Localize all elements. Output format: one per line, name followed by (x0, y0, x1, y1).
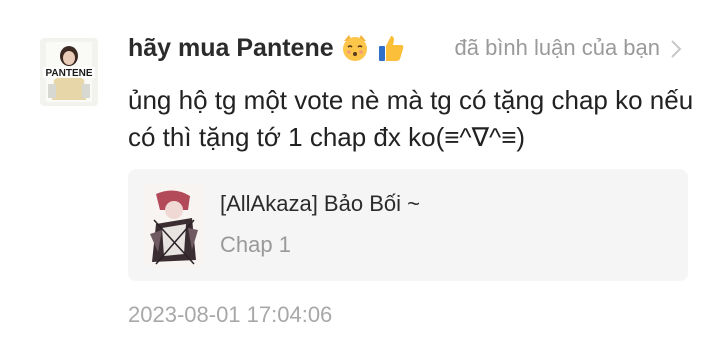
kissing-cat-emoji (340, 33, 370, 63)
comment-text: ủng hộ tg một vote nè mà tg có tặng chap… (128, 85, 694, 152)
comic-card[interactable]: [AllAkaza] Bảo Bối ~ Chap 1 (128, 169, 688, 281)
comic-title[interactable]: [AllAkaza] Bảo Bối ~ (220, 191, 420, 217)
chevron-right-icon[interactable] (668, 38, 684, 60)
notification-comment-item[interactable]: PANTENE hãy mua Pantene đã bình luận của… (0, 0, 720, 352)
comment-timestamp: 2023-08-01 17:04:06 (128, 302, 333, 327)
avatar-logo-text: PANTENE (45, 68, 92, 79)
action-text: đã bình luận của bạn (454, 35, 660, 60)
comic-cover-image (144, 184, 204, 266)
avatar[interactable]: PANTENE (40, 38, 98, 106)
username-row[interactable]: hãy mua Pantene (128, 33, 406, 63)
username[interactable]: hãy mua Pantene (128, 34, 334, 63)
thumbs-up-emoji (376, 33, 406, 63)
comment-header: hãy mua Pantene đã bình luận của bạn (128, 28, 684, 68)
chapter-label: Chap 1 (220, 232, 291, 257)
